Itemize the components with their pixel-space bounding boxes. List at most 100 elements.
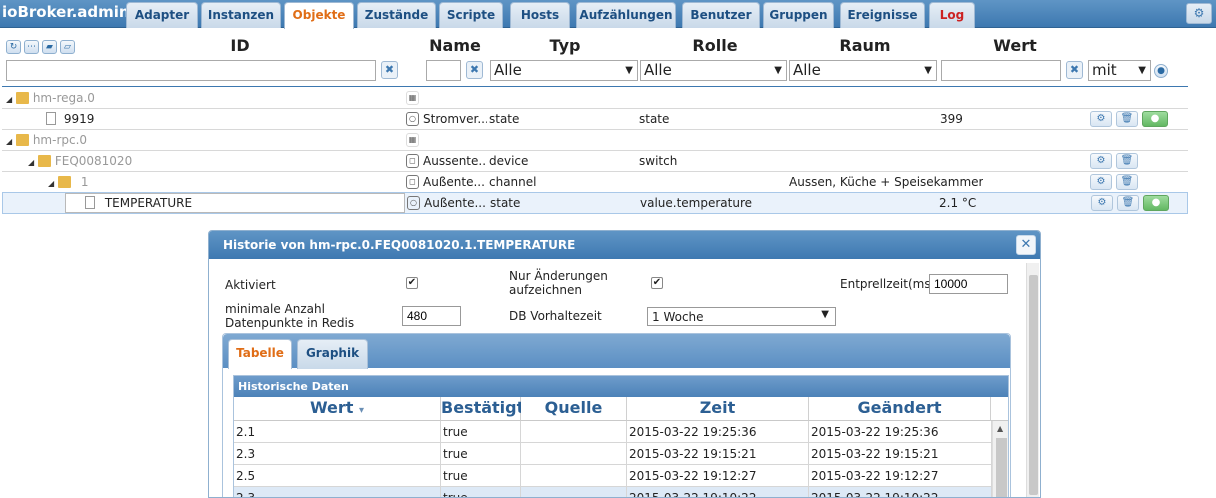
- tab-scripte[interactable]: Scripte: [439, 2, 503, 28]
- expand-arrow-icon[interactable]: ◢: [6, 137, 16, 146]
- tab-hosts[interactable]: Hosts: [510, 2, 570, 28]
- tab-instanzen[interactable]: Instanzen: [201, 2, 281, 28]
- state-icon: ○: [406, 112, 419, 126]
- expand-arrow-icon[interactable]: ◢: [6, 95, 16, 104]
- dialog-close-button[interactable]: ✕: [1016, 235, 1036, 255]
- column-header-room[interactable]: Raum: [825, 36, 905, 55]
- gear-icon: ⚙: [1096, 155, 1106, 166]
- collapse-button[interactable]: ⋯: [24, 40, 39, 54]
- table-row[interactable]: ◢ FEQ0081020 ◻ Aussente... device switch…: [2, 151, 1188, 172]
- value-mode-value: mit: [1092, 61, 1117, 79]
- expand-arrow-icon[interactable]: ◢: [48, 179, 58, 188]
- tree-node: ◢ 1: [48, 175, 88, 189]
- tab-adapter[interactable]: Adapter: [126, 2, 198, 28]
- history-button[interactable]: ●: [1142, 111, 1168, 127]
- delete-button[interactable]: 🗑: [1117, 195, 1139, 211]
- row-id: TEMPERATURE: [104, 196, 193, 210]
- tab-tabelle[interactable]: Tabelle: [228, 339, 292, 369]
- row-name: Außente...: [424, 196, 486, 210]
- tab-log[interactable]: Log: [929, 2, 975, 28]
- id-filter-input[interactable]: [6, 60, 376, 81]
- tab-graphik[interactable]: Graphik: [297, 339, 368, 369]
- enabled-checkbox[interactable]: ✔: [406, 277, 418, 289]
- history-header-wert[interactable]: Wert ▾: [234, 397, 441, 421]
- row-type: device: [489, 154, 529, 168]
- row-value: 399: [940, 112, 963, 126]
- trash-icon: 🗑: [1120, 176, 1134, 187]
- retention-select[interactable]: 1 Woche ▼: [647, 307, 836, 326]
- history-header-zeit[interactable]: Zeit: [627, 397, 809, 421]
- history-header-quelle[interactable]: Quelle: [521, 397, 627, 421]
- dialog-scrollbar[interactable]: [1026, 263, 1039, 497]
- column-header-type[interactable]: Typ: [530, 36, 600, 55]
- edit-button[interactable]: ⚙: [1090, 153, 1112, 169]
- scroll-up-icon[interactable]: ▲: [997, 424, 1003, 433]
- clear-name-filter-button[interactable]: ✖: [466, 61, 483, 79]
- column-header-value[interactable]: Wert: [975, 36, 1055, 55]
- tab-benutzer[interactable]: Benutzer: [682, 2, 760, 28]
- column-header-id[interactable]: ID: [200, 36, 280, 55]
- tab-ereignisse[interactable]: Ereignisse: [840, 2, 925, 28]
- history-cell-time: 2015-03-22 19:25:36: [627, 421, 809, 443]
- delete-button[interactable]: 🗑: [1116, 174, 1138, 190]
- room-filter-select[interactable]: Alle ▼: [789, 60, 937, 81]
- row-role: value.temperature: [640, 196, 753, 210]
- changes-only-checkbox[interactable]: ✔: [651, 277, 663, 289]
- dialog-title[interactable]: Historie von hm-rpc.0.FEQ0081020.1.TEMPE…: [209, 231, 1040, 259]
- history-table-title: Historische Daten: [234, 376, 1008, 397]
- tab-gruppen[interactable]: Gruppen: [763, 2, 834, 28]
- name-filter-input[interactable]: [426, 60, 461, 81]
- row-id: hm-rpc.0: [32, 133, 88, 147]
- tab-aufzaehlungen[interactable]: Aufzählungen: [576, 2, 676, 28]
- divider: [2, 86, 1188, 87]
- edit-button[interactable]: ⚙: [1091, 195, 1113, 211]
- history-button[interactable]: ●: [1143, 195, 1169, 211]
- tree-node: ◢ hm-rpc.0: [6, 133, 87, 147]
- role-filter-select[interactable]: Alle ▼: [640, 60, 787, 81]
- delete-button[interactable]: 🗑: [1116, 153, 1138, 169]
- tree-node: TEMPERATURE: [85, 196, 192, 210]
- clear-value-filter-button[interactable]: ✖: [1066, 61, 1083, 79]
- table-row[interactable]: ◢ hm-rpc.0 ▦: [2, 130, 1188, 151]
- history-header-geaendert[interactable]: Geändert: [809, 397, 991, 421]
- history-cell-time: 2015-03-22 19:15:21: [627, 443, 809, 465]
- file-icon: [85, 196, 95, 209]
- table-row[interactable]: ◢ hm-rega.0 ▦: [2, 88, 1188, 109]
- chevron-down-icon: ▼: [774, 65, 782, 76]
- table-row-selected[interactable]: TEMPERATURE ○ Außente... state value.tem…: [2, 192, 1188, 214]
- trash-icon: 🗑: [1120, 155, 1134, 166]
- scrollbar-thumb[interactable]: [996, 438, 1007, 497]
- tab-zustaende[interactable]: Zustände: [357, 2, 436, 28]
- debounce-input[interactable]: [929, 274, 1008, 294]
- edit-button[interactable]: ⚙: [1090, 111, 1112, 127]
- value-mode-select[interactable]: mit ▼: [1088, 60, 1151, 81]
- scrollbar-thumb[interactable]: [1029, 275, 1038, 495]
- history-cell-value: 2.5: [234, 465, 441, 487]
- history-cell-ack: true: [441, 465, 521, 487]
- table-row[interactable]: 9919 ○ Stromver... state state 399 ⚙ 🗑 ●: [2, 109, 1188, 130]
- value-filter-input[interactable]: [941, 60, 1061, 81]
- history-header-bestaetigt[interactable]: Bestätigt: [441, 397, 524, 421]
- refresh-button[interactable]: ↻: [6, 40, 21, 54]
- value-filter-history-button[interactable]: ●: [1154, 64, 1168, 78]
- clear-id-filter-button[interactable]: ✖: [381, 61, 398, 79]
- expand-button[interactable]: ▰: [42, 40, 57, 54]
- history-cell-value: 2.1: [234, 421, 441, 443]
- folder-open-icon: ▰: [46, 42, 53, 52]
- column-header-name[interactable]: Name: [420, 36, 490, 55]
- tab-objekte[interactable]: Objekte: [284, 2, 354, 29]
- column-header-role[interactable]: Rolle: [680, 36, 750, 55]
- history-scrollbar[interactable]: ▲: [992, 421, 1008, 497]
- expand-arrow-icon[interactable]: ◢: [28, 158, 38, 167]
- table-row[interactable]: ◢ 1 ◻ Außente... channel Aussen, Küche +…: [2, 172, 1188, 193]
- sort-icon: ▾: [359, 405, 365, 416]
- settings-gear-button[interactable]: ⚙: [1186, 3, 1212, 24]
- type-filter-select[interactable]: Alle ▼: [490, 60, 638, 81]
- folder-button[interactable]: ▱: [60, 40, 75, 54]
- edit-button[interactable]: ⚙: [1090, 174, 1112, 190]
- row-name: Außente...: [423, 175, 485, 189]
- retention-label: DB Vorhaltezeit: [509, 309, 602, 323]
- folder-icon: [58, 176, 71, 188]
- min-points-input[interactable]: [402, 306, 461, 326]
- delete-button[interactable]: 🗑: [1116, 111, 1138, 127]
